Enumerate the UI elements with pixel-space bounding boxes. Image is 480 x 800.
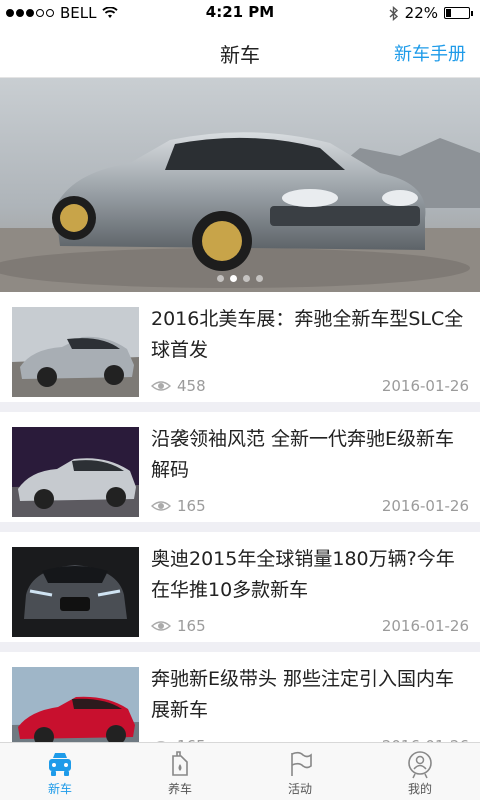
carousel-indicator — [0, 275, 480, 282]
article-title: 沿袭领袖风范 全新一代奔驰E级新车解码 — [151, 428, 455, 481]
tab-label: 活动 — [287, 782, 312, 796]
tab-car-care[interactable]: 养车 — [120, 743, 240, 800]
bluetooth-icon — [389, 5, 398, 21]
carousel-dot[interactable] — [243, 275, 250, 282]
navigation-bar: 新车 新车手册 — [0, 26, 480, 78]
article-item[interactable]: 沿袭领袖风范 全新一代奔驰E级新车解码 165 2016-01-26 — [0, 412, 480, 522]
flag-icon — [291, 751, 312, 776]
article-item[interactable]: 奔驰新E级带头 那些注定引入国内车展新车 165 2016-01-26 — [0, 652, 480, 742]
user-badge-icon — [408, 751, 432, 779]
tab-label: 新车 — [47, 782, 72, 796]
view-count: 165 — [177, 617, 206, 635]
article-thumbnail — [12, 547, 139, 637]
carousel-dot[interactable] — [256, 275, 263, 282]
carousel-dot[interactable] — [217, 275, 224, 282]
article-title: 奥迪2015年全球销量180万辆?今年在华推10多款新车 — [151, 548, 455, 601]
tab-mine[interactable]: 我的 — [360, 743, 480, 800]
view-count: 165 — [177, 497, 206, 515]
eye-icon — [151, 381, 171, 391]
article-list[interactable]: 2016北美车展：奔驰全新车型SLC全球首发 458 2016-01-26 沿袭… — [0, 292, 480, 742]
article-item[interactable]: 奥迪2015年全球销量180万辆?今年在华推10多款新车 165 2016-01… — [0, 532, 480, 642]
article-thumbnail — [12, 667, 139, 742]
article-item[interactable]: 2016北美车展：奔驰全新车型SLC全球首发 458 2016-01-26 — [0, 292, 480, 402]
publish-date: 2016-01-26 — [381, 377, 469, 395]
new-car-handbook-button[interactable]: 新车手册 — [394, 40, 466, 66]
publish-date: 2016-01-26 — [381, 497, 469, 515]
eye-icon — [151, 501, 171, 511]
tab-label: 我的 — [407, 782, 432, 796]
article-thumbnail — [12, 427, 139, 517]
publish-date: 2016-01-26 — [381, 617, 469, 635]
article-thumbnail — [12, 307, 139, 397]
view-count: 458 — [177, 377, 206, 395]
tab-bar: 新车 养车 活动 我的 — [0, 742, 480, 800]
carousel-dot-active[interactable] — [230, 275, 237, 282]
oil-can-icon — [172, 751, 188, 776]
tab-new-car[interactable]: 新车 — [0, 743, 120, 800]
battery-icon — [444, 7, 473, 19]
battery-percent: 22% — [404, 4, 438, 22]
banner-car-image — [0, 78, 480, 292]
tab-label: 养车 — [167, 782, 192, 796]
status-bar: BELL 4:21 PM 22% — [0, 0, 480, 26]
eye-icon — [151, 621, 171, 631]
article-title: 2016北美车展：奔驰全新车型SLC全球首发 — [151, 308, 464, 361]
article-title: 奔驰新E级带头 那些注定引入国内车展新车 — [151, 668, 455, 721]
tab-events[interactable]: 活动 — [240, 743, 360, 800]
car-front-icon — [49, 753, 71, 776]
banner-carousel[interactable] — [0, 78, 480, 292]
